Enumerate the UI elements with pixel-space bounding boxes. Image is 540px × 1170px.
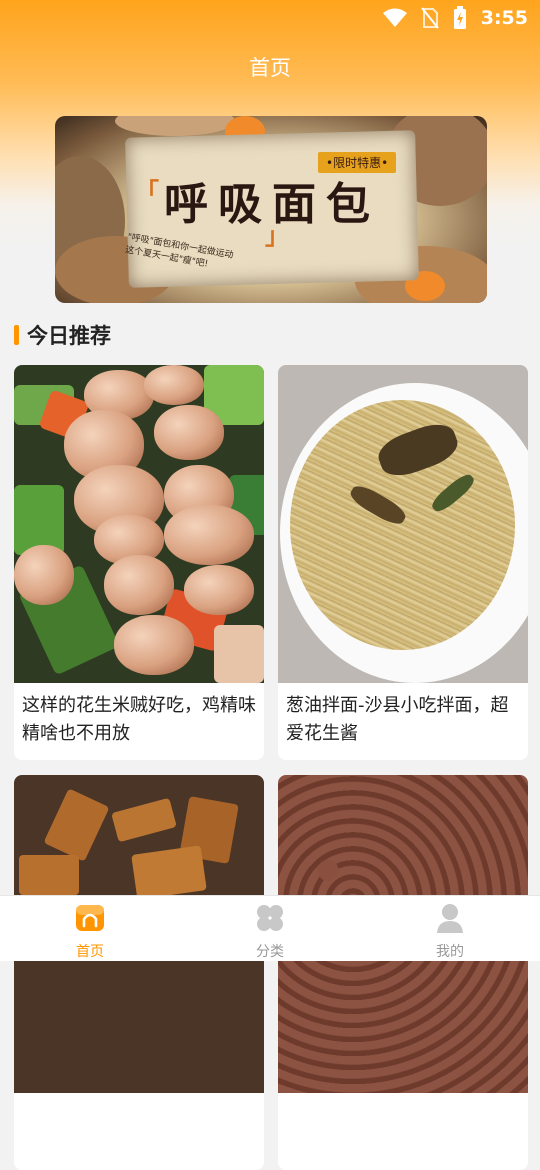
wifi-icon bbox=[382, 8, 407, 27]
section-accent-bar bbox=[14, 325, 19, 345]
status-time: 3:55 bbox=[480, 7, 528, 29]
recipe-image bbox=[278, 365, 528, 683]
recipe-title: 葱油拌面-沙县小吃拌面，超爱花生酱 bbox=[286, 695, 509, 744]
recipe-card[interactable]: 葱油拌面-沙县小吃拌面，超爱花生酱 bbox=[278, 365, 528, 760]
home-icon bbox=[76, 905, 104, 931]
tab-category[interactable]: 分类 bbox=[180, 896, 360, 961]
recipe-image bbox=[14, 365, 264, 683]
tab-label: 我的 bbox=[436, 944, 464, 960]
promo-banner[interactable]: •限时特惠• 「 呼吸面包 」 "呼吸"面包和你一起做运动 这个夏天一起"瘦"吧… bbox=[55, 116, 487, 303]
status-bar: 3:55 bbox=[0, 0, 540, 36]
page-title: 首页 bbox=[249, 56, 291, 80]
recipe-title: 这样的花生米贼好吃，鸡精味精啥也不用放 bbox=[22, 695, 256, 744]
recipe-card[interactable] bbox=[14, 775, 264, 1170]
bracket-close: 」 bbox=[265, 222, 289, 250]
recipe-card[interactable]: 这样的花生米贼好吃，鸡精味精啥也不用放 bbox=[14, 365, 264, 760]
tab-profile[interactable]: 我的 bbox=[360, 896, 540, 961]
category-icon bbox=[257, 905, 283, 931]
tab-label: 分类 bbox=[256, 944, 284, 960]
bottom-tab-bar: 首页 分类 我的 bbox=[0, 895, 540, 961]
section-header: 今日推荐 bbox=[14, 321, 111, 349]
section-title: 今日推荐 bbox=[27, 324, 111, 348]
battery-charging-icon bbox=[453, 6, 466, 29]
tab-home[interactable]: 首页 bbox=[0, 896, 180, 961]
profile-icon bbox=[437, 904, 463, 933]
no-sim-icon bbox=[420, 7, 439, 29]
tab-label: 首页 bbox=[76, 944, 104, 960]
recipe-card[interactable] bbox=[278, 775, 528, 1170]
